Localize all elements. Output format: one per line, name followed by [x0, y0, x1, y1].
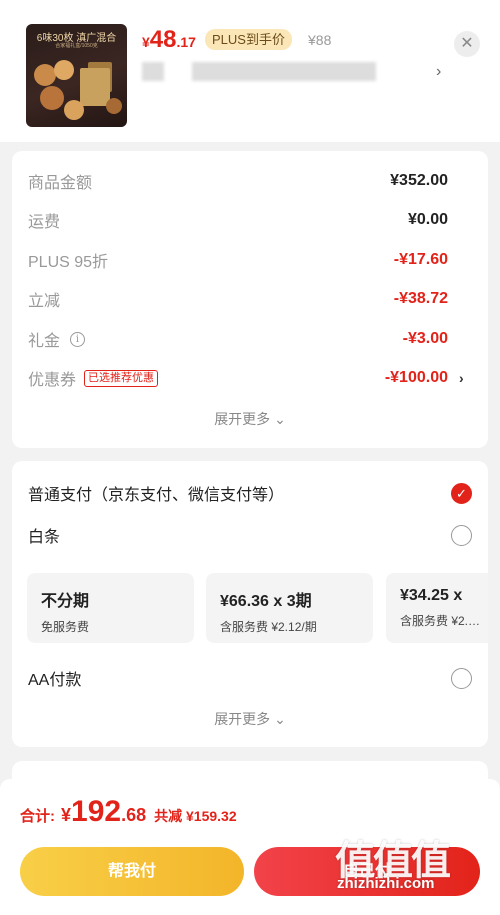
- total-savings: 共减 ¥159.32: [154, 808, 237, 824]
- row-value: -¥100.00: [384, 369, 448, 386]
- product-thumbnail[interactable]: 6味30枚 滇广混合 合家福礼盒/1050克: [26, 24, 127, 127]
- help-me-pay-button[interactable]: 帮我付: [20, 847, 244, 896]
- row-value: -¥17.60: [393, 251, 448, 268]
- mooncake-icon: [54, 60, 74, 80]
- mooncake-icon: [34, 64, 56, 86]
- coupon-label-wrap: 优惠券 已选推荐优惠: [28, 366, 159, 390]
- payment-option-label: 白条: [28, 529, 61, 546]
- mooncake-icon: [64, 100, 84, 120]
- price-integer: 48: [149, 26, 177, 53]
- total-decimal: .68: [121, 805, 147, 825]
- installment-option[interactable]: 不分期 免服务费: [27, 573, 194, 643]
- row-coupon[interactable]: 优惠券 已选推荐优惠 -¥100.00: [28, 366, 448, 390]
- row-label: 优惠券: [28, 372, 77, 389]
- price-currency: ¥: [142, 34, 150, 50]
- row-value: -¥3.00: [402, 330, 448, 347]
- payment-option-standard[interactable]: 普通支付（京东支付、微信支付等） ✓: [28, 480, 472, 506]
- payment-option-label: AA付款: [28, 672, 82, 689]
- total-currency: ¥: [61, 805, 72, 825]
- installment-title: ¥34.25 x: [400, 587, 463, 604]
- coupon-chevron-right-icon[interactable]: ›: [459, 370, 464, 386]
- row-label: 礼金: [28, 333, 61, 350]
- installment-title: ¥66.36 x 3期: [220, 593, 312, 610]
- price-decimal: .17: [176, 34, 196, 50]
- plus-price-tag: PLUS到手价: [205, 29, 292, 50]
- radio-icon[interactable]: [451, 524, 472, 546]
- mooncake-icon: [40, 86, 64, 110]
- product-header: 6味30枚 滇广混合 合家福礼盒/1050克 ¥ 48 .17 PLUS到手价 …: [0, 0, 500, 142]
- installment-option[interactable]: ¥34.25 x 含服务费 ¥2.…: [386, 573, 488, 643]
- row-goods-amount: 商品金额 ¥352.00: [28, 169, 448, 193]
- gift-money-label-wrap: 礼金 i: [28, 327, 86, 351]
- row-label: 运费: [28, 214, 61, 231]
- installment-fee: 含服务费 ¥2.12/期: [220, 620, 317, 634]
- installment-options: 不分期 免服务费 ¥66.36 x 3期 含服务费 ¥2.12/期 ¥34.25…: [27, 573, 488, 645]
- checked-radio-icon[interactable]: ✓: [451, 482, 472, 504]
- info-icon[interactable]: i: [70, 331, 86, 347]
- recommended-coupon-badge: 已选推荐优惠: [84, 369, 159, 387]
- payment-method-card: 普通支付（京东支付、微信支付等） ✓ 白条 不分期 免服务费 ¥66.36 x …: [12, 461, 488, 747]
- order-total: 合计: ¥ 192 .68 共减 ¥159.32: [20, 795, 237, 829]
- payment-option-baitiao[interactable]: 白条: [28, 522, 472, 548]
- row-instant-discount: 立减 -¥38.72: [28, 287, 448, 311]
- total-label: 合计:: [20, 808, 55, 825]
- total-integer: 192: [71, 795, 122, 828]
- row-shipping: 运费 ¥0.00: [28, 208, 448, 232]
- row-value: ¥0.00: [407, 211, 448, 228]
- installment-option[interactable]: ¥66.36 x 3期 含服务费 ¥2.12/期: [206, 573, 373, 643]
- watermark-url: zhizhizhi.com: [337, 875, 435, 892]
- gift-box-icon: [80, 68, 110, 106]
- payment-option-label: 普通支付（京东支付、微信支付等）: [28, 487, 285, 504]
- installment-fee: 免服务费: [41, 620, 90, 634]
- row-gift-money: 礼金 i -¥3.00: [28, 327, 448, 351]
- blurred-spec-text[interactable]: [192, 62, 376, 81]
- thumbnail-subcaption: 合家福礼盒/1050克: [55, 43, 98, 49]
- row-label: 商品金额: [28, 175, 93, 192]
- close-icon: ✕: [460, 35, 474, 52]
- price-breakdown-card: 商品金额 ¥352.00 运费 ¥0.00 PLUS 95折 -¥17.60 立…: [12, 151, 488, 448]
- installment-fee: 含服务费 ¥2.…: [400, 614, 481, 628]
- row-value: -¥38.72: [393, 290, 448, 307]
- installment-title: 不分期: [41, 593, 90, 610]
- expand-more-breakdown[interactable]: 展开更多 ⌄: [12, 409, 488, 429]
- close-button[interactable]: ✕: [454, 31, 480, 57]
- row-value: ¥352.00: [390, 172, 448, 189]
- payment-option-aa[interactable]: AA付款: [28, 665, 472, 691]
- radio-icon[interactable]: [451, 667, 472, 689]
- row-plus-discount: PLUS 95折 -¥17.60: [28, 248, 448, 272]
- mooncake-icon: [106, 98, 122, 114]
- watermark: 值值值 zhizhizhi.com: [335, 828, 451, 892]
- row-label: 立减: [28, 293, 61, 310]
- expand-more-payment[interactable]: 展开更多 ⌄: [12, 709, 488, 729]
- product-price: ¥ 48 .17: [142, 26, 196, 54]
- row-label: PLUS 95折: [28, 254, 109, 271]
- blurred-spec-text[interactable]: [142, 62, 164, 81]
- spec-chevron-right-icon[interactable]: ›: [436, 63, 441, 81]
- original-price: ¥88: [308, 32, 332, 48]
